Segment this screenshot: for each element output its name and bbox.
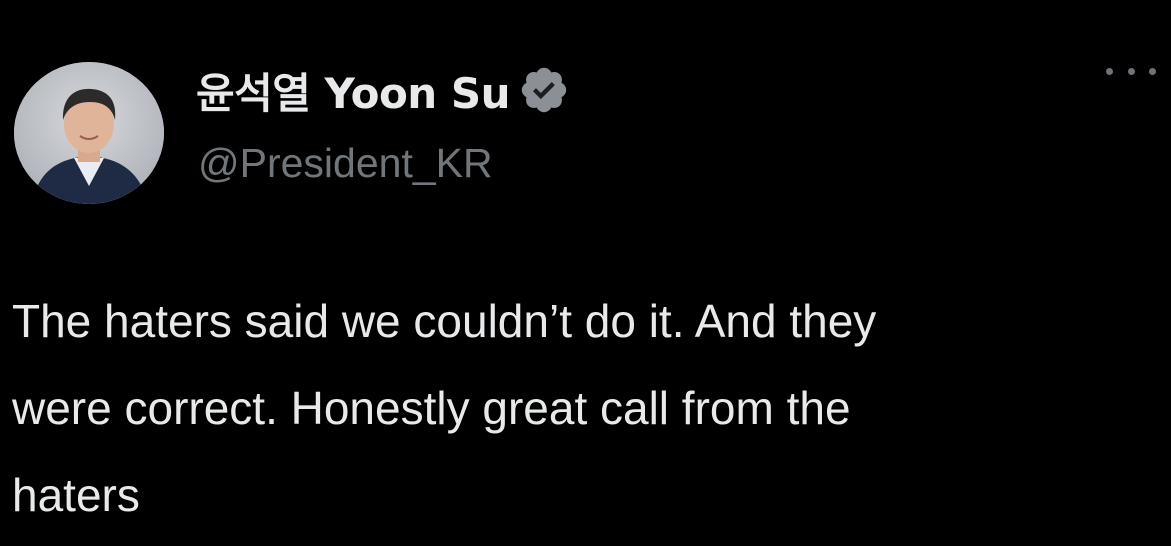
tweet-text: The haters said we couldn’t do it. And t…: [12, 295, 877, 521]
author-name-row[interactable]: 윤석열 Yoon Su: [196, 60, 570, 120]
more-horizontal-icon: [1106, 67, 1113, 75]
avatar[interactable]: [14, 62, 164, 204]
more-options-button[interactable]: [1106, 56, 1156, 86]
author-handle[interactable]: @President_KR: [198, 140, 493, 187]
avatar-portrait-icon: [14, 62, 164, 204]
more-horizontal-icon-dot: [1149, 67, 1156, 75]
tweet-card: 윤석열 Yoon Su @President_KR The haters sai…: [0, 0, 1171, 546]
verified-badge-icon: [518, 64, 570, 116]
more-horizontal-icon-dot: [1127, 67, 1135, 75]
display-name[interactable]: 윤석열 Yoon Su: [196, 60, 510, 121]
